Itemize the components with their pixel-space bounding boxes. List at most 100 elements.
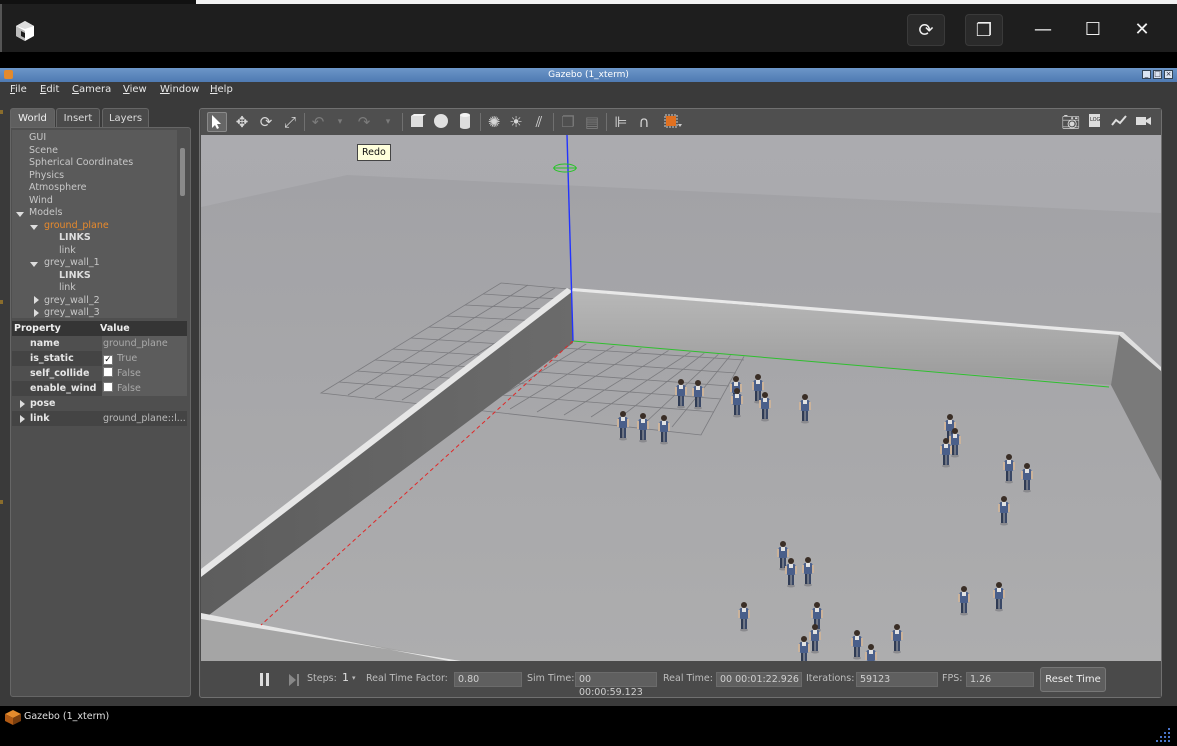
select-mode-icon[interactable]	[207, 112, 227, 132]
property-row-is-static: is_static ✓ True	[12, 351, 187, 366]
gazebo-taskbar-icon[interactable]	[4, 708, 22, 726]
expand-arrow-icon[interactable]	[30, 225, 38, 230]
collapse-arrow-icon[interactable]	[34, 296, 39, 304]
undo-history-icon[interactable]: ▾	[330, 112, 350, 132]
tree-item-grey-wall-2[interactable]: grey_wall_2	[44, 295, 100, 306]
host-minimize-button[interactable]: —	[1024, 14, 1062, 46]
paste-icon[interactable]: ▤	[582, 112, 602, 132]
screenshot-icon[interactable]: 📷︎	[1061, 112, 1081, 132]
sim-time-label: Sim Time:	[527, 673, 575, 684]
sphere-shape-icon[interactable]	[431, 112, 451, 132]
directional-light-icon[interactable]: ⫽	[529, 112, 549, 132]
tree-item-grey-wall-3[interactable]: grey_wall_3	[44, 307, 100, 318]
expand-arrow-icon[interactable]	[30, 262, 38, 267]
tree-item-gui[interactable]: GUI	[29, 132, 46, 143]
redo-icon[interactable]: ↷	[354, 112, 374, 132]
property-header-label: Property	[14, 323, 61, 334]
checkbox-checked[interactable]: ✓	[103, 355, 113, 365]
cylinder-shape-icon[interactable]	[455, 112, 475, 132]
tab-insert[interactable]: Insert	[56, 108, 100, 127]
tab-layers[interactable]: Layers	[102, 108, 149, 127]
scale-mode-icon[interactable]: ⤢	[280, 112, 300, 132]
host-close-button[interactable]: ✕	[1123, 14, 1161, 46]
host-maximize-button[interactable]: ☐	[1074, 14, 1112, 46]
steps-value[interactable]: 1	[342, 671, 349, 684]
undo-icon[interactable]: ↶	[308, 112, 328, 132]
redo-history-icon[interactable]: ▾	[378, 112, 398, 132]
video-record-icon[interactable]	[1133, 112, 1153, 132]
step-icon[interactable]	[289, 673, 301, 686]
point-light-icon[interactable]: ✺	[484, 112, 504, 132]
world-tree: GUI Scene Spherical Coordinates Physics …	[12, 130, 177, 318]
gazebo-app-icon	[4, 70, 13, 79]
tab-world[interactable]: World	[10, 108, 55, 127]
align-icon[interactable]: ⊫	[611, 112, 631, 132]
tree-item-link[interactable]: link	[59, 245, 76, 256]
taskbar-item-label[interactable]: Gazebo (1_xterm)	[24, 711, 109, 722]
tree-item-physics[interactable]: Physics	[29, 170, 64, 181]
checkbox-unchecked[interactable]	[103, 367, 113, 377]
tree-item-models[interactable]: Models	[29, 207, 62, 218]
tree-scrollbar[interactable]	[180, 148, 185, 196]
iterations-value: 59123	[856, 672, 938, 687]
property-row-link[interactable]: link ground_plane::l...	[12, 411, 187, 426]
reset-time-button[interactable]: Reset Time	[1040, 667, 1106, 692]
tree-item-spherical-coordinates[interactable]: Spherical Coordinates	[29, 157, 133, 168]
property-row-pose[interactable]: pose	[12, 396, 187, 411]
app-cube-icon	[16, 21, 34, 41]
window-title: Gazebo (1_xterm)	[548, 70, 629, 80]
pause-icon[interactable]	[259, 673, 271, 686]
tree-item-wind[interactable]: Wind	[29, 195, 53, 206]
real-time-factor-value: 0.80	[454, 672, 522, 687]
steps-dropdown-icon[interactable]: ▾	[352, 674, 356, 682]
expand-arrow-icon[interactable]	[16, 212, 24, 217]
window-close-button[interactable]: ×	[1164, 70, 1173, 79]
gazebo-title-bar: Gazebo (1_xterm) _ □ ×	[0, 68, 1177, 82]
property-row-name: name ground_plane	[12, 336, 187, 351]
3d-scene-view[interactable]	[201, 135, 1161, 661]
background	[201, 135, 1161, 661]
property-row-enable-wind: enable_wind False	[12, 381, 187, 396]
collapse-arrow-icon[interactable]	[34, 309, 39, 317]
sim-time-value: 00 00:00:59.123	[575, 672, 657, 698]
fps-label: FPS:	[942, 673, 963, 684]
resize-grip-icon[interactable]	[1156, 726, 1172, 742]
tree-item-link[interactable]: link	[59, 282, 76, 293]
host-refresh-button[interactable]: ⟳	[907, 14, 945, 46]
property-row-self-collide: self_collide False	[12, 366, 187, 381]
view-angle-icon[interactable]	[663, 112, 683, 132]
rotate-mode-icon[interactable]: ⟳	[256, 112, 276, 132]
checkbox-unchecked[interactable]	[103, 382, 113, 392]
property-header: Property Value	[12, 321, 187, 336]
tree-item-atmosphere[interactable]: Atmosphere	[29, 182, 87, 193]
property-key: link	[30, 413, 50, 424]
menu-help[interactable]: Help	[210, 84, 233, 95]
property-value: False	[102, 381, 187, 396]
value-header-label: Value	[100, 323, 130, 334]
window-minimize-button[interactable]: _	[1142, 70, 1151, 79]
window-maximize-button[interactable]: □	[1153, 70, 1162, 79]
property-key: pose	[30, 398, 56, 409]
host-window-bar: ⟳ ❐ — ☐ ✕	[0, 4, 1177, 52]
tree-item-grey-wall-1[interactable]: grey_wall_1	[44, 257, 100, 268]
expand-arrow-icon[interactable]	[20, 400, 25, 408]
tree-item-ground-plane[interactable]: ground_plane	[44, 220, 109, 231]
steps-label: Steps:	[307, 673, 337, 684]
menu-view[interactable]: View	[123, 84, 147, 95]
snap-icon[interactable]: ∩	[634, 112, 654, 132]
copy-icon[interactable]: ❐	[558, 112, 578, 132]
box-shape-icon[interactable]	[407, 112, 427, 132]
menu-edit[interactable]: Edit	[40, 84, 59, 95]
tree-item-scene[interactable]: Scene	[29, 145, 58, 156]
host-restore-button[interactable]: ❐	[965, 14, 1003, 46]
menu-file[interactable]: File	[10, 84, 27, 95]
svg-text:LOG: LOG	[1090, 117, 1101, 123]
menu-camera[interactable]: Camera	[72, 84, 111, 95]
plot-icon[interactable]	[1109, 112, 1129, 132]
spot-light-icon[interactable]: ☀	[506, 112, 526, 132]
fps-value: 1.26	[966, 672, 1034, 687]
menu-window[interactable]: Window	[160, 84, 199, 95]
log-icon[interactable]: LOG	[1085, 112, 1105, 132]
translate-mode-icon[interactable]: ✥	[232, 112, 252, 132]
expand-arrow-icon[interactable]	[20, 415, 25, 423]
